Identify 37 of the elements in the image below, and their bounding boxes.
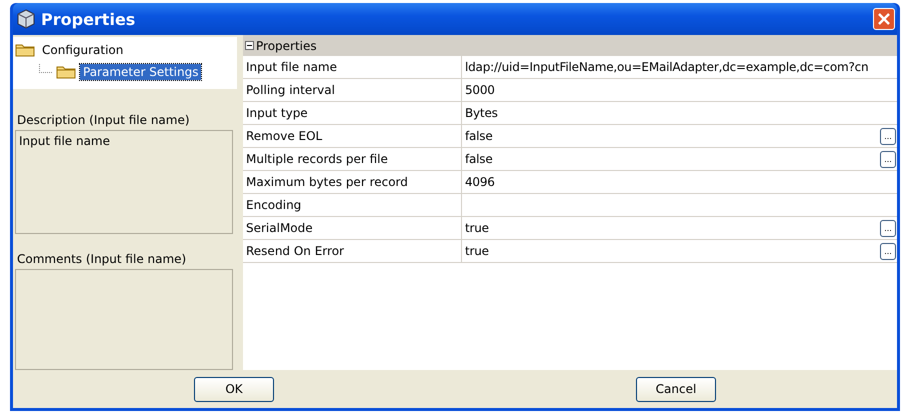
property-name: Maximum bytes per record — [243, 171, 462, 193]
property-value[interactable]: false — [465, 152, 493, 166]
property-name: Encoding — [243, 194, 462, 216]
property-value[interactable]: false — [465, 129, 493, 143]
property-value[interactable]: 4096 — [465, 175, 495, 189]
property-name: Polling interval — [243, 79, 462, 101]
property-name: Input file name — [243, 56, 462, 78]
group-header: Properties — [256, 38, 317, 52]
close-icon — [878, 13, 890, 25]
tree-item[interactable]: Parameter Settings — [80, 64, 202, 80]
property-name: Multiple records per file — [243, 148, 462, 170]
description-label: Description (Input file name) — [16, 113, 191, 127]
ellipsis-button[interactable]: ... — [880, 150, 896, 168]
ellipsis-button[interactable]: ... — [880, 242, 896, 260]
property-value[interactable]: ldap://uid=InputFileName,ou=EMailAdapter,dc=example,dc=com?cn — [465, 60, 868, 74]
comments-label: Comments (Input file name) — [16, 252, 188, 266]
ellipsis-button[interactable]: ... — [880, 220, 896, 236]
cube-icon — [17, 9, 35, 29]
property-value[interactable]: true — [465, 244, 489, 258]
cancel-button[interactable]: Cancel — [636, 376, 716, 402]
property-name: Input type — [243, 102, 462, 124]
close-button[interactable] — [873, 8, 895, 30]
property-name: Remove EOL — [243, 125, 462, 147]
window-title: Properties — [41, 10, 136, 28]
ellipsis-button[interactable]: ... — [880, 128, 896, 144]
folder-icon — [56, 65, 76, 79]
property-value[interactable]: Bytes — [465, 106, 498, 120]
property-name: Resend On Error — [243, 240, 462, 262]
property-value[interactable]: true — [465, 221, 489, 235]
description-text: Input file name — [19, 134, 110, 148]
tree-item[interactable]: Configuration — [39, 42, 126, 58]
property-name: SerialMode — [243, 217, 462, 239]
collapse-icon[interactable] — [245, 41, 254, 50]
property-value[interactable]: 5000 — [465, 83, 495, 97]
folder-icon — [15, 43, 35, 57]
ok-button[interactable]: OK — [194, 376, 274, 402]
comments-area[interactable] — [15, 269, 233, 370]
